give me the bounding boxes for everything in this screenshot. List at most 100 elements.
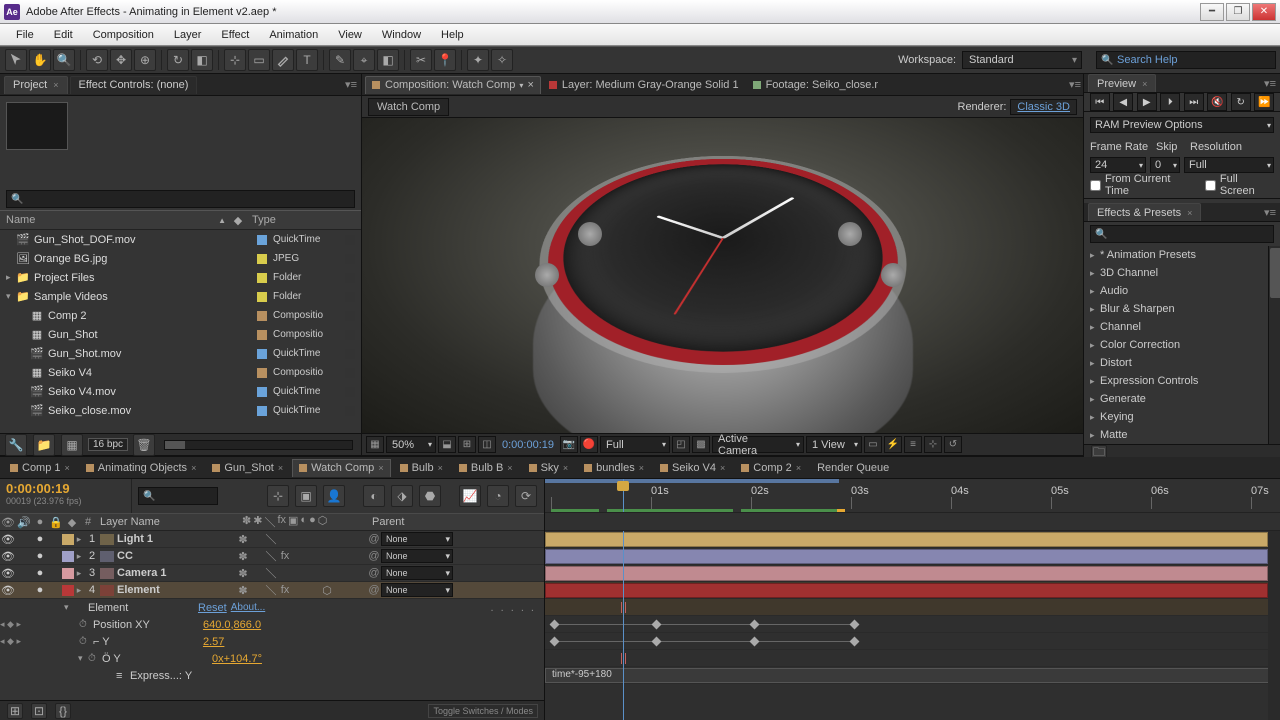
effect-category[interactable]: ▸Keying: [1084, 408, 1268, 426]
comp-panel-menu[interactable]: ▾≡: [1069, 78, 1081, 91]
type-tool[interactable]: T: [296, 49, 318, 71]
comp-flowchart-button[interactable]: ⊹: [924, 436, 942, 453]
current-timecode[interactable]: 0:00:00:19: [6, 481, 125, 496]
project-tab[interactable]: Project×: [4, 76, 68, 94]
clone-tool[interactable]: ⌖: [353, 49, 375, 71]
timeline-tracks[interactable]: time*-95+180: [545, 531, 1280, 720]
mute-button[interactable]: 🔇: [1207, 93, 1227, 111]
snapshot-button[interactable]: 📷: [560, 436, 578, 453]
timeline-tab[interactable]: Bulb×: [393, 459, 450, 477]
menu-effect[interactable]: Effect: [211, 29, 259, 41]
timeline-tab[interactable]: Comp 1×: [3, 459, 77, 477]
new-comp-button[interactable]: ▦: [61, 434, 83, 456]
timeline-tab[interactable]: Gun_Shot×: [205, 459, 290, 477]
rectangle-tool[interactable]: ▭: [248, 49, 270, 71]
timeline-tab[interactable]: Render Queue: [810, 459, 896, 477]
preview-resolution-dropdown[interactable]: Full: [1184, 157, 1274, 173]
timeline-button[interactable]: ≡: [904, 436, 922, 453]
timeline-tab[interactable]: bundles×: [577, 459, 651, 477]
show-channel-button[interactable]: 🔴: [580, 436, 598, 453]
project-item[interactable]: 🎬Seiko_close.movQuickTime: [0, 401, 361, 420]
fast-previews-button[interactable]: ⚡: [884, 436, 902, 453]
roi-button[interactable]: ◰: [672, 436, 690, 453]
project-item[interactable]: ▦Seiko V4Compositio: [0, 363, 361, 382]
timeline-tab[interactable]: Seiko V4×: [653, 459, 732, 477]
pen-tool[interactable]: [272, 49, 294, 71]
world-axis-icon[interactable]: ✧: [491, 49, 513, 71]
layer-row[interactable]: 👁● ▸4 Element ✽＼fx⬡ @ None: [0, 582, 544, 599]
expression-field[interactable]: time*-95+180: [545, 668, 1274, 683]
comp-tab[interactable]: Composition: Watch Comp▾×: [365, 76, 541, 94]
ram-preview-button[interactable]: ⏩: [1254, 93, 1274, 111]
hand-tool[interactable]: ✋: [29, 49, 51, 71]
effect-category[interactable]: ▸Matte: [1084, 426, 1268, 444]
puppet-tool[interactable]: 📍: [434, 49, 456, 71]
timeline-tab[interactable]: Sky×: [522, 459, 576, 477]
project-search-input[interactable]: [6, 190, 355, 208]
effect-category[interactable]: ▸* Animation Presets: [1084, 246, 1268, 264]
timeline-scrollbar[interactable]: [1268, 531, 1280, 720]
active-camera-dropdown[interactable]: Active Camera: [712, 436, 804, 453]
effects-scrollbar[interactable]: [1268, 246, 1280, 444]
effect-category[interactable]: ▸Blur & Sharpen: [1084, 300, 1268, 318]
selection-tool[interactable]: [5, 49, 27, 71]
bpc-indicator[interactable]: 16 bpc: [88, 438, 128, 451]
rotation-tool[interactable]: ↻: [167, 49, 189, 71]
prev-frame-button[interactable]: ◀: [1113, 93, 1133, 111]
preview-panel-menu[interactable]: ▾≡: [1264, 77, 1276, 90]
effect-category[interactable]: ▸Distort: [1084, 354, 1268, 372]
menu-file[interactable]: File: [6, 29, 44, 41]
resolution-down-button[interactable]: ⬓: [438, 436, 456, 453]
menu-edit[interactable]: Edit: [44, 29, 83, 41]
shy-button[interactable]: 👤: [323, 485, 345, 507]
exposure-reset-button[interactable]: ↺: [944, 436, 962, 453]
workspace-dropdown[interactable]: Standard: [962, 51, 1082, 69]
expand-button[interactable]: ⊞: [7, 703, 23, 719]
zoom-tool[interactable]: 🔍: [53, 49, 75, 71]
project-item[interactable]: ▾📁Sample VideosFolder: [0, 287, 361, 306]
comp-tab[interactable]: Layer: Medium Gray-Orange Solid 1: [543, 76, 745, 94]
menu-animation[interactable]: Animation: [259, 29, 328, 41]
timeline-search-input[interactable]: [138, 487, 218, 505]
property-row[interactable]: ▾⏱Ö Y0x+104.7°: [0, 650, 544, 667]
brainstorm-button[interactable]: ⬣: [419, 485, 441, 507]
renderer-button[interactable]: Classic 3D: [1010, 99, 1077, 115]
property-row[interactable]: ◂ ◆ ▸⏱⌐ Y2.57: [0, 633, 544, 650]
loop-button[interactable]: ↻: [1231, 93, 1251, 111]
effects-panel-menu[interactable]: ▾≡: [1264, 206, 1276, 219]
menu-composition[interactable]: Composition: [83, 29, 164, 41]
anchor-tool[interactable]: ⊹: [224, 49, 246, 71]
first-frame-button[interactable]: ⏮: [1090, 93, 1110, 111]
project-item[interactable]: ▦Comp 2Compositio: [0, 306, 361, 325]
effects-search-input[interactable]: [1090, 225, 1274, 243]
pixel-aspect-button[interactable]: ▭: [864, 436, 882, 453]
time-ruler[interactable]: 01s02s03s04s05s06s07s: [545, 479, 1280, 513]
comp-mini-flowchart-button[interactable]: ⊹: [267, 485, 289, 507]
roto-tool[interactable]: ✂: [410, 49, 432, 71]
grid-button[interactable]: ▦: [366, 436, 384, 453]
from-current-time-checkbox[interactable]: From Current Time: [1090, 173, 1195, 197]
toggle-switches-button[interactable]: ⊡: [31, 703, 47, 719]
resolution-dropdown[interactable]: Full: [600, 436, 670, 453]
skip-dropdown[interactable]: 0: [1150, 157, 1180, 173]
trackungrotru track-z-tool[interactable]: ⊕: [134, 49, 156, 71]
effect-category[interactable]: ▸Color Correction: [1084, 336, 1268, 354]
play-button[interactable]: ▶: [1137, 93, 1157, 111]
menu-view[interactable]: View: [328, 29, 372, 41]
maximize-button[interactable]: ❐: [1226, 3, 1250, 21]
composition-viewer[interactable]: [362, 118, 1083, 433]
ram-preview-options-dropdown[interactable]: RAM Preview Options: [1090, 117, 1274, 133]
full-screen-checkbox[interactable]: Full Screen: [1205, 173, 1274, 197]
eraser-tool[interactable]: ◧: [377, 49, 399, 71]
frame-rate-dropdown[interactable]: 24: [1090, 157, 1146, 173]
delete-button[interactable]: 🗑: [133, 434, 155, 456]
project-item[interactable]: ▸📁Project FilesFolder: [0, 268, 361, 287]
layer-row[interactable]: 👁● ▸2 CC ✽＼fx @ None: [0, 548, 544, 565]
property-row[interactable]: ≡Express...: Y: [0, 667, 544, 684]
interpret-footage-button[interactable]: 🔧: [5, 434, 27, 456]
project-item[interactable]: ▦Gun_ShotCompositio: [0, 325, 361, 344]
view-layout-dropdown[interactable]: 1 View: [806, 436, 862, 453]
orbit-tool[interactable]: ⟲: [86, 49, 108, 71]
menu-layer[interactable]: Layer: [164, 29, 212, 41]
track-xy-tool[interactable]: ✥: [110, 49, 132, 71]
